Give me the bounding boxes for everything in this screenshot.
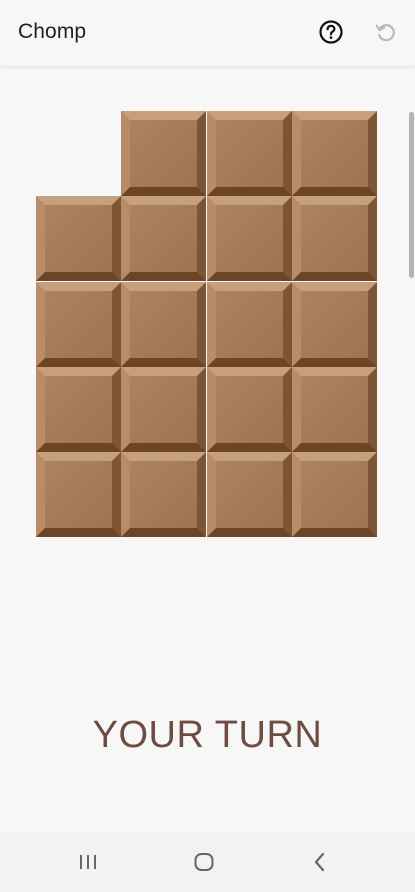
chocolate-square-r4-c4[interactable] xyxy=(292,367,377,452)
system-nav-bar xyxy=(0,832,415,892)
chocolate-square-r5-c2[interactable] xyxy=(121,452,206,537)
app-title: Chomp xyxy=(18,20,87,43)
app-bar: Chomp xyxy=(0,0,415,67)
chocolate-square-r5-c1[interactable] xyxy=(36,452,121,537)
chocolate-board xyxy=(36,111,377,537)
chocolate-square-r2-c1[interactable] xyxy=(36,196,121,281)
scrollbar-thumb[interactable] xyxy=(409,112,414,278)
recents-icon[interactable] xyxy=(76,850,100,874)
chocolate-square-r3-c1[interactable] xyxy=(36,282,121,367)
chocolate-square-r3-c3[interactable] xyxy=(207,282,292,367)
chocolate-square-r5-c3[interactable] xyxy=(207,452,292,537)
back-icon[interactable] xyxy=(308,850,332,874)
chocolate-square-r3-c4[interactable] xyxy=(292,282,377,367)
chocolate-square-r4-c2[interactable] xyxy=(121,367,206,452)
chocolate-square-r3-c2[interactable] xyxy=(121,282,206,367)
chocolate-square-r2-c4[interactable] xyxy=(292,196,377,281)
chocolate-square-r5-c4[interactable] xyxy=(292,452,377,537)
chocolate-square-r2-c2[interactable] xyxy=(121,196,206,281)
chocolate-square-r1-c3[interactable] xyxy=(207,111,292,196)
turn-status: YOUR TURN xyxy=(92,714,323,756)
chocolate-square-r4-c3[interactable] xyxy=(207,367,292,452)
help-icon[interactable] xyxy=(318,19,344,45)
home-icon[interactable] xyxy=(192,850,216,874)
chocolate-square-r1-c2[interactable] xyxy=(121,111,206,196)
chocolate-square-r4-c1[interactable] xyxy=(36,367,121,452)
chocolate-square-r1-c4[interactable] xyxy=(292,111,377,196)
refresh-icon[interactable] xyxy=(373,19,399,45)
chocolate-square-r2-c3[interactable] xyxy=(207,196,292,281)
